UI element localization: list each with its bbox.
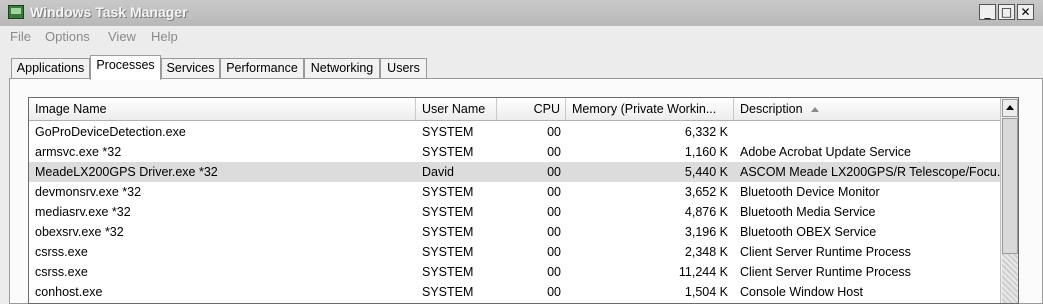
cpu-cell: 00 — [547, 285, 561, 299]
window-title: Windows Task Manager — [30, 4, 188, 20]
description-cell — [734, 122, 1000, 142]
column-header-memory[interactable]: Memory (Private Workin... — [566, 98, 734, 120]
user-name-cell: SYSTEM — [422, 145, 474, 159]
cpu-cell: 00 — [547, 245, 561, 259]
cpu-cell: 00 — [547, 185, 561, 199]
table-row[interactable]: GoProDeviceDetection.exe SYSTEM 00 6,332… — [29, 122, 1000, 142]
description-cell: Bluetooth Device Monitor — [740, 185, 880, 199]
tab-performance[interactable]: Performance — [220, 58, 304, 78]
column-header-label: Description — [740, 102, 803, 116]
column-header-label: Memory (Private Workin... — [572, 102, 717, 116]
table-row[interactable]: conhost.exe SYSTEM 00 1,504 K Console Wi… — [29, 282, 1000, 302]
table-row[interactable]: mediasrv.exe *32 SYSTEM 00 4,876 K Bluet… — [29, 202, 1000, 222]
close-button[interactable]: ✕ — [1017, 4, 1034, 20]
user-name-cell: SYSTEM — [422, 285, 474, 299]
maximize-button[interactable]: □ — [998, 4, 1015, 20]
column-header-label: User Name — [422, 102, 486, 116]
user-name-cell: SYSTEM — [422, 265, 474, 279]
cpu-cell: 00 — [547, 205, 561, 219]
image-name-cell: GoProDeviceDetection.exe — [35, 125, 186, 139]
description-cell: Client Server Runtime Process — [740, 245, 911, 259]
memory-cell: 4,876 K — [684, 205, 728, 219]
table-row[interactable]: devmonsrv.exe *32 SYSTEM 00 3,652 K Blue… — [29, 182, 1000, 202]
column-header-image-name[interactable]: Image Name — [29, 98, 416, 120]
column-header-cpu[interactable]: CPU — [497, 98, 566, 120]
memory-cell: 11,244 K — [678, 265, 728, 279]
cpu-cell: 00 — [547, 125, 561, 139]
menu-view[interactable]: View — [108, 29, 136, 44]
cpu-cell: 00 — [547, 145, 561, 159]
table-row[interactable]: armsvc.exe *32 SYSTEM 00 1,160 K Adobe A… — [29, 142, 1000, 162]
description-cell: Bluetooth OBEX Service — [740, 225, 877, 239]
scrollbar-track[interactable] — [1002, 254, 1018, 303]
description-cell: Client Server Runtime Process — [740, 265, 911, 279]
memory-cell: 3,652 K — [684, 185, 728, 199]
scroll-up-arrow-icon[interactable] — [1002, 99, 1018, 117]
task-manager-icon — [8, 5, 24, 19]
image-name-cell: mediasrv.exe *32 — [35, 205, 131, 219]
memory-cell: 1,504 K — [684, 285, 728, 299]
tab-processes[interactable]: Processes — [90, 55, 161, 80]
minimize-button[interactable]: _ — [979, 4, 996, 20]
scrollbar-thumb[interactable] — [1002, 118, 1018, 254]
image-name-cell: csrss.exe — [35, 245, 88, 259]
description-cell: ASCOM Meade LX200GPS/R Telescope/Focu... — [740, 165, 1000, 179]
image-name-cell: conhost.exe — [35, 285, 103, 299]
vertical-scrollbar[interactable] — [1000, 98, 1018, 303]
memory-cell: 2,348 K — [684, 245, 728, 259]
cpu-cell: 00 — [547, 225, 561, 239]
task-manager-window: Windows Task Manager _ □ ✕ File Options … — [0, 0, 1043, 304]
table-row[interactable]: csrss.exe SYSTEM 00 2,348 K Client Serve… — [29, 242, 1000, 262]
user-name-cell: SYSTEM — [422, 125, 474, 139]
image-name-cell: armsvc.exe *32 — [35, 145, 122, 159]
memory-cell: 6,332 K — [684, 125, 728, 139]
image-name-cell: MeadeLX200GPS Driver.exe *32 — [35, 165, 218, 179]
column-header-description[interactable]: Description — [734, 98, 1000, 120]
title-bar[interactable]: Windows Task Manager _ □ ✕ — [0, 0, 1043, 26]
column-header-label: CPU — [533, 102, 560, 116]
column-header-user-name[interactable]: User Name — [416, 98, 497, 120]
user-name-cell: David — [422, 165, 454, 179]
user-name-cell: SYSTEM — [422, 185, 474, 199]
memory-cell: 5,440 K — [684, 165, 728, 179]
user-name-cell: SYSTEM — [422, 205, 474, 219]
tab-networking[interactable]: Networking — [304, 58, 380, 78]
table-row[interactable]: obexsrv.exe *32 SYSTEM 00 3,196 K Blueto… — [29, 222, 1000, 242]
tab-applications[interactable]: Applications — [11, 58, 90, 78]
table-row-selected[interactable]: MeadeLX200GPS Driver.exe *32 David 00 5,… — [29, 162, 1000, 182]
tab-users[interactable]: Users — [380, 58, 427, 78]
description-cell: Bluetooth Media Service — [740, 205, 876, 219]
process-list[interactable]: Image Name User Name CPU Memory (Private… — [28, 97, 1019, 304]
tab-services[interactable]: Services — [161, 58, 220, 78]
memory-cell: 3,196 K — [684, 225, 728, 239]
cpu-cell: 00 — [547, 265, 561, 279]
user-name-cell: SYSTEM — [422, 245, 474, 259]
sort-ascending-icon — [810, 107, 819, 113]
image-name-cell: devmonsrv.exe *32 — [35, 185, 142, 199]
description-cell: Adobe Acrobat Update Service — [740, 145, 911, 159]
tab-strip: Applications Processes Services Performa… — [0, 55, 1043, 80]
menu-file[interactable]: File — [10, 29, 31, 44]
menu-help[interactable]: Help — [151, 29, 178, 44]
image-name-cell: obexsrv.exe *32 — [35, 225, 124, 239]
menu-options[interactable]: Options — [45, 29, 90, 44]
column-header-label: Image Name — [35, 102, 107, 116]
cpu-cell: 00 — [547, 165, 561, 179]
memory-cell: 1,160 K — [684, 145, 728, 159]
table-row[interactable]: csrss.exe SYSTEM 00 11,244 K Client Serv… — [29, 262, 1000, 282]
image-name-cell: csrss.exe — [35, 265, 88, 279]
column-header-row: Image Name User Name CPU Memory (Private… — [29, 98, 1000, 121]
description-cell: Console Window Host — [740, 285, 863, 299]
menu-bar: File Options View Help — [0, 26, 1043, 48]
user-name-cell: SYSTEM — [422, 225, 474, 239]
